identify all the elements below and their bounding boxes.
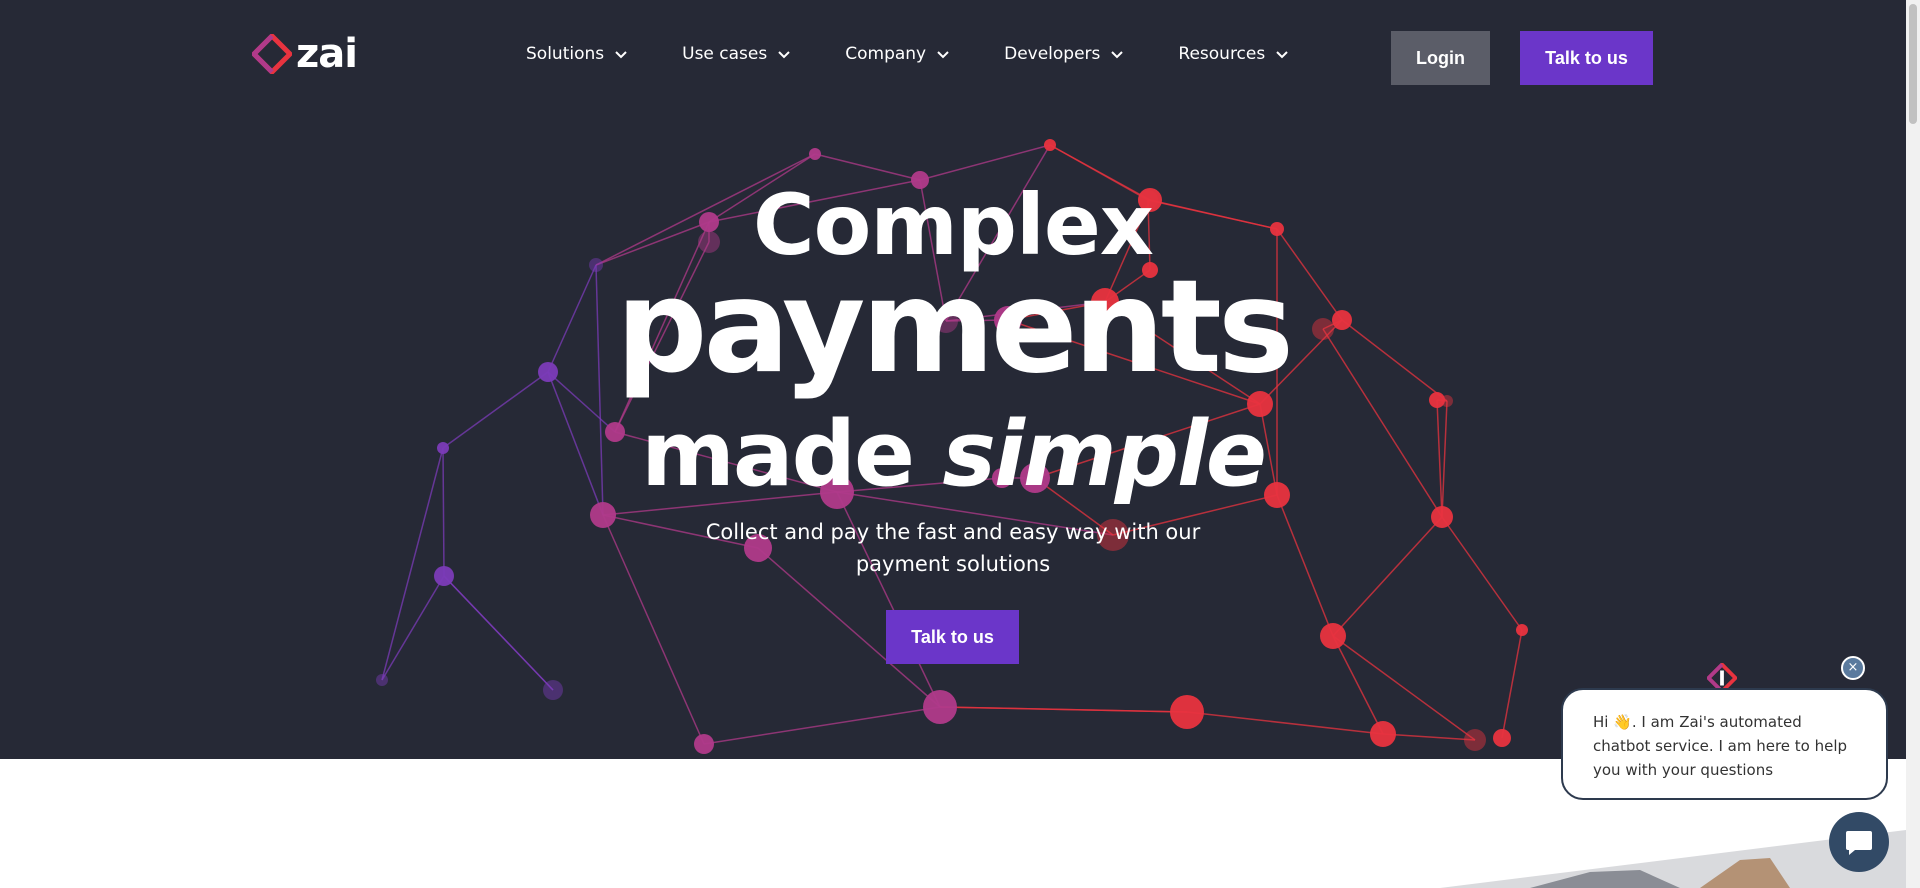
chevron-down-icon bbox=[1276, 51, 1288, 59]
menu-label: Company bbox=[845, 44, 927, 64]
network-edge bbox=[381, 575, 445, 681]
network-node bbox=[809, 148, 821, 160]
network-node bbox=[376, 674, 388, 686]
zai-logo-icon bbox=[252, 34, 292, 74]
network-node bbox=[1493, 729, 1511, 747]
chevron-down-icon bbox=[615, 51, 627, 59]
network-edge bbox=[703, 706, 941, 745]
page-scrollbar[interactable] bbox=[1906, 0, 1920, 888]
hero-subtitle: Collect and pay the fast and easy way wi… bbox=[705, 520, 1201, 576]
network-edge bbox=[939, 706, 1188, 713]
hero-section: zai Solutions Use cases Company Develope… bbox=[0, 0, 1906, 759]
network-node bbox=[434, 566, 454, 586]
close-icon[interactable]: × bbox=[1841, 656, 1865, 680]
network-node bbox=[694, 734, 714, 754]
network-edge bbox=[1332, 635, 1476, 741]
network-edge bbox=[1501, 629, 1523, 739]
zai-logo[interactable]: zai bbox=[252, 31, 358, 77]
network-node bbox=[543, 680, 563, 700]
chatbot-message: Hi 👋. I am Zai's automated chatbot servi… bbox=[1593, 713, 1848, 779]
menu-item-use-cases[interactable]: Use cases bbox=[682, 44, 791, 64]
menu-label: Resources bbox=[1178, 44, 1266, 64]
network-node bbox=[1464, 729, 1486, 751]
top-navigation: zai Solutions Use cases Company Develope… bbox=[0, 0, 1906, 115]
network-node bbox=[923, 690, 957, 724]
network-edge bbox=[1332, 635, 1384, 735]
network-edge bbox=[1186, 711, 1384, 735]
network-node bbox=[1320, 623, 1346, 649]
hero-title-line-3: made simple bbox=[0, 402, 1906, 508]
main-menu: Solutions Use cases Company Developers R… bbox=[526, 44, 1289, 64]
menu-item-solutions[interactable]: Solutions bbox=[526, 44, 628, 64]
chevron-down-icon bbox=[937, 51, 949, 59]
menu-item-developers[interactable]: Developers bbox=[1004, 44, 1124, 64]
chevron-down-icon bbox=[778, 51, 790, 59]
hero-title-made: made bbox=[641, 402, 915, 507]
network-node bbox=[1044, 139, 1056, 151]
hero-title-line-2: payments bbox=[615, 253, 1294, 402]
network-edge bbox=[602, 514, 705, 745]
network-edge bbox=[443, 575, 554, 691]
network-node bbox=[1370, 721, 1396, 747]
menu-item-company[interactable]: Company bbox=[845, 44, 950, 64]
network-edge bbox=[1332, 516, 1443, 637]
chatbot-greeting-bubble[interactable]: Hi 👋. I am Zai's automated chatbot servi… bbox=[1561, 688, 1888, 800]
network-edge bbox=[1441, 516, 1523, 631]
talk-to-us-hero-button[interactable]: Talk to us bbox=[886, 610, 1019, 664]
network-node bbox=[1170, 695, 1204, 729]
chevron-down-icon bbox=[1111, 51, 1124, 59]
menu-item-resources[interactable]: Resources bbox=[1178, 44, 1289, 64]
network-edge bbox=[1382, 733, 1476, 741]
network-edge bbox=[1276, 494, 1334, 637]
logo-text: zai bbox=[296, 31, 358, 77]
login-button[interactable]: Login bbox=[1391, 31, 1490, 85]
talk-to-us-nav-button[interactable]: Talk to us bbox=[1520, 31, 1653, 85]
menu-label: Use cases bbox=[682, 44, 768, 64]
chat-launcher-button[interactable] bbox=[1829, 812, 1889, 872]
chat-bubble-icon bbox=[1846, 831, 1872, 855]
hero-title-simple: simple bbox=[942, 402, 1267, 507]
network-node bbox=[1431, 506, 1453, 528]
menu-label: Solutions bbox=[526, 44, 605, 64]
menu-label: Developers bbox=[1004, 44, 1101, 64]
scrollbar-thumb[interactable] bbox=[1909, 4, 1917, 124]
network-node bbox=[1516, 624, 1528, 636]
